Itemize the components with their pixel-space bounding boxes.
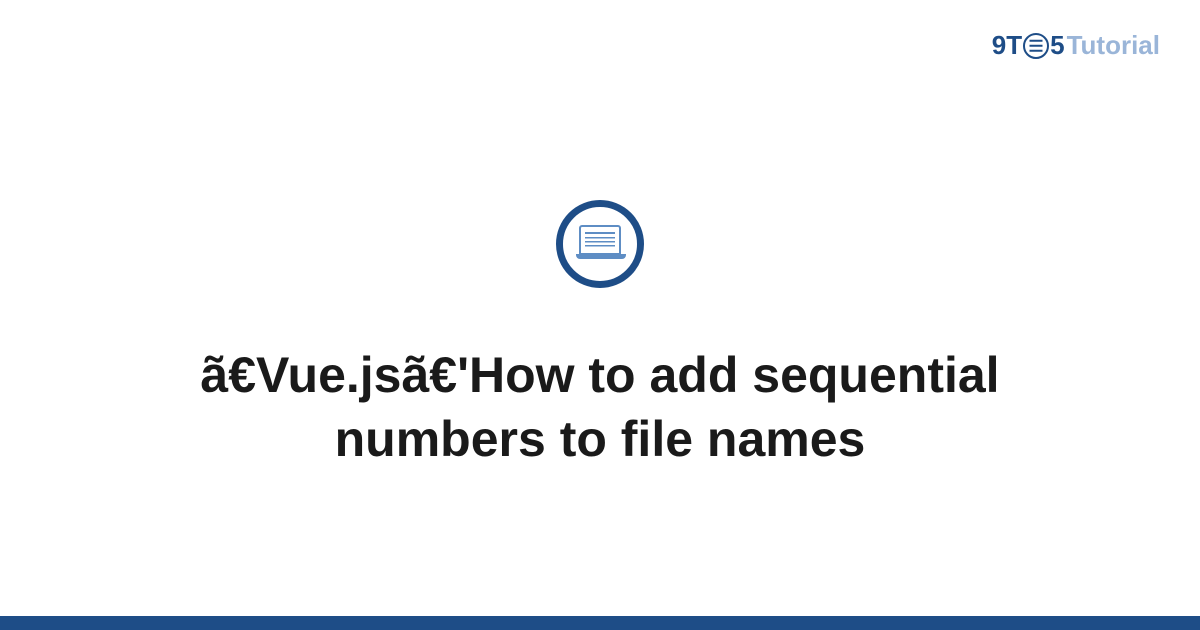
laptop-icon [576, 225, 624, 263]
footer-accent-bar [0, 616, 1200, 630]
main-content: ã€Vue.jsã€'How to add sequential numbers… [0, 0, 1200, 630]
laptop-badge-icon [556, 200, 644, 288]
page-title: ã€Vue.jsã€'How to add sequential numbers… [100, 343, 1100, 471]
